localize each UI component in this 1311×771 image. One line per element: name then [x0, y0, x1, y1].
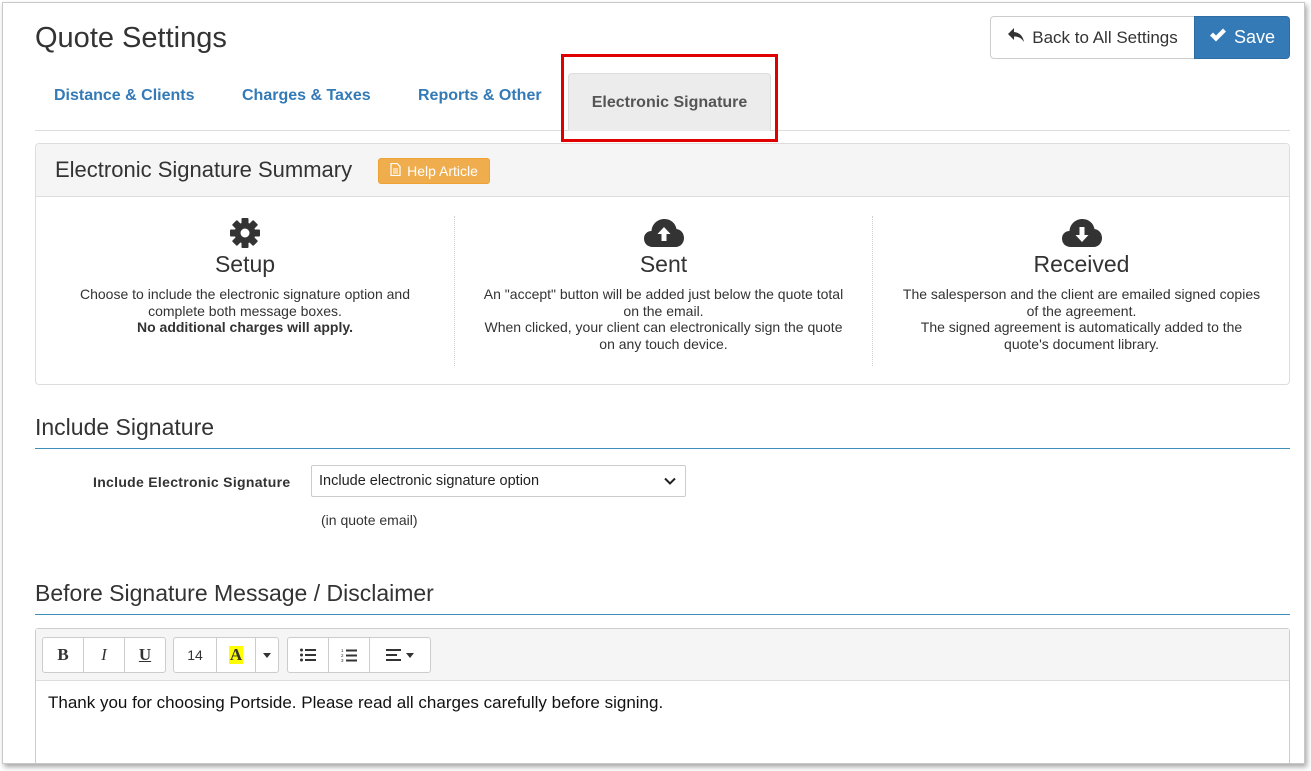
- setup-note: No additional charges will apply.: [136, 319, 353, 335]
- cloud-upload-icon: [455, 216, 872, 250]
- received-text-2: The signed agreement is automatically ad…: [920, 319, 1243, 352]
- setup-title: Setup: [214, 251, 276, 277]
- setup-column: Setup Choose to include the electronic s…: [36, 216, 454, 366]
- include-signature-hint: (in quote email): [321, 512, 418, 528]
- received-column: Received The salesperson and the client …: [872, 216, 1290, 366]
- save-button-label: Save: [1233, 27, 1276, 47]
- section-divider: [35, 448, 1290, 449]
- paragraph-align-button[interactable]: [369, 637, 431, 673]
- help-article-label: Help Article: [407, 163, 478, 179]
- editor-content[interactable]: Thank you for choosing Portside. Please …: [36, 681, 1289, 725]
- cloud-download-icon: [873, 216, 1290, 250]
- received-title: Received: [1033, 251, 1130, 277]
- bullet-list-icon: [300, 648, 316, 662]
- sent-title: Sent: [639, 251, 688, 277]
- back-to-settings-button[interactable]: Back to All Settings: [990, 16, 1195, 59]
- disclaimer-editor: B I U 14 A 1 2 3 Thank you for choosing …: [35, 628, 1290, 763]
- italic-button[interactable]: I: [83, 637, 125, 673]
- highlight-a-icon: A: [228, 645, 244, 664]
- received-text-1: The salesperson and the client are email…: [902, 286, 1261, 319]
- document-icon: [390, 162, 401, 179]
- select-value: Include electronic signature option: [319, 473, 540, 489]
- font-size-button[interactable]: 14: [173, 637, 217, 673]
- chevron-down-icon: [663, 474, 677, 492]
- back-button-label: Back to All Settings: [1032, 27, 1178, 47]
- tab-distance-clients[interactable]: Distance & Clients: [54, 87, 194, 105]
- disclaimer-text: Thank you for choosing Portside. Please …: [48, 693, 664, 712]
- tab-reports-other[interactable]: Reports & Other: [418, 87, 542, 105]
- color-dropdown-button[interactable]: [255, 637, 279, 673]
- received-description: The salesperson and the client are email…: [873, 286, 1290, 352]
- editor-toolbar: B I U 14 A 1 2 3: [36, 629, 1289, 681]
- sent-text-2: When clicked, your client can electronic…: [484, 319, 843, 352]
- svg-text:3: 3: [341, 658, 344, 663]
- settings-window: Quote Settings Back to All Settings Save…: [2, 2, 1305, 764]
- list-button-group: 1 2 3: [287, 637, 431, 673]
- reply-arrow-icon: [1007, 27, 1025, 48]
- font-button-group: 14 A: [173, 637, 279, 673]
- tab-charges-taxes[interactable]: Charges & Taxes: [242, 87, 371, 105]
- sent-text-1: An "accept" button will be added just be…: [483, 286, 844, 319]
- gear-icon: [36, 216, 454, 250]
- caret-down-icon: [263, 652, 271, 658]
- include-signature-label: Include Electronic Signature: [93, 474, 291, 490]
- setup-text: Choose to include the electronic signatu…: [80, 286, 410, 319]
- section-divider: [35, 614, 1290, 615]
- sent-column: Sent An "accept" button will be added ju…: [454, 216, 872, 366]
- disclaimer-heading: Before Signature Message / Disclaimer: [35, 580, 434, 606]
- sent-description: An "accept" button will be added just be…: [455, 286, 872, 352]
- setup-description: Choose to include the electronic signatu…: [36, 286, 454, 336]
- highlight-color-button[interactable]: A: [216, 637, 256, 673]
- page-title: Quote Settings: [35, 22, 227, 54]
- bold-button[interactable]: B: [42, 637, 84, 673]
- numbered-list-button[interactable]: 1 2 3: [328, 637, 370, 673]
- summary-panel: Electronic Signature Summary Help Articl…: [35, 143, 1290, 385]
- checkmark-icon: [1209, 27, 1227, 48]
- include-signature-select[interactable]: Include electronic signature option: [311, 465, 686, 497]
- help-article-button[interactable]: Help Article: [378, 158, 490, 184]
- include-signature-heading: Include Signature: [35, 414, 215, 440]
- summary-panel-header: Electronic Signature Summary Help Articl…: [36, 144, 1289, 197]
- underline-button[interactable]: U: [124, 637, 166, 673]
- numbered-list-icon: 1 2 3: [341, 648, 357, 663]
- bullet-list-button[interactable]: [287, 637, 329, 673]
- summary-title: Electronic Signature Summary: [55, 157, 353, 182]
- save-button[interactable]: Save: [1194, 16, 1290, 59]
- caret-down-icon: [406, 652, 414, 658]
- highlight-annotation: [561, 54, 778, 142]
- align-left-icon: [386, 649, 401, 661]
- format-button-group: B I U: [42, 637, 166, 673]
